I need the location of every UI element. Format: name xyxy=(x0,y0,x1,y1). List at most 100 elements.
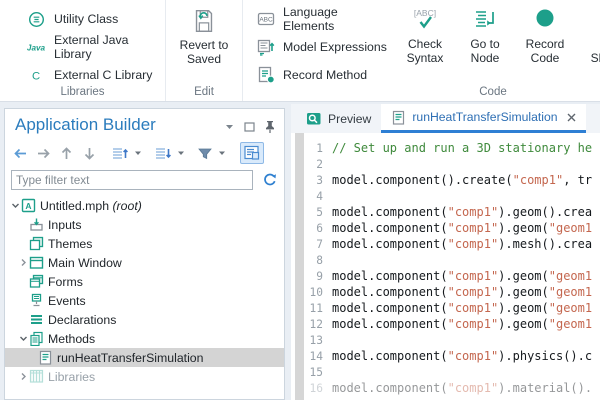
code-token: "comp1" xyxy=(448,301,499,315)
expander-closed-icon[interactable] xyxy=(18,258,29,267)
refresh-button[interactable] xyxy=(262,172,278,188)
ribbon-button-label: Use Shortcut xyxy=(581,38,600,65)
model-expressions-icon xyxy=(257,38,275,56)
caret-down-button[interactable] xyxy=(218,150,226,156)
code-line[interactable]: 16model.component("comp1").material(). xyxy=(291,380,600,396)
line-number: 6 xyxy=(307,222,323,235)
tree-item-suffix: (root) xyxy=(109,199,142,213)
code-text: model.component().create("comp1", tr xyxy=(332,173,592,187)
close-tab-button[interactable] xyxy=(567,113,576,122)
expander-open-icon[interactable] xyxy=(18,334,29,343)
tree-item-text: Main Window xyxy=(48,256,122,270)
code-line[interactable]: 4 xyxy=(291,188,600,204)
tree-item-main-window[interactable]: Main Window xyxy=(5,253,284,272)
move-up-button[interactable] xyxy=(110,144,130,163)
tab-preview[interactable]: Preview xyxy=(296,104,381,133)
panel-float-button[interactable] xyxy=(244,122,255,132)
tab-label: runHeatTransferSimulation xyxy=(412,110,557,124)
ribbon-group-libraries: Utility ClassJavaExternal Java Library C E… xyxy=(0,0,166,101)
caret-down-button[interactable] xyxy=(134,150,142,156)
ribbon-button-check-syntax[interactable]: [ABC]Check Syntax xyxy=(397,4,453,65)
model-tree: AUntitled.mph (root)InputsThemes Main Win… xyxy=(5,196,284,386)
line-number: 10 xyxy=(307,286,323,299)
code-line[interactable]: 12model.component("comp1").geom("geom1 xyxy=(291,316,600,332)
ribbon-item-model-expressions[interactable]: Model Expressions xyxy=(243,33,391,61)
tree-item-text: Methods xyxy=(48,332,95,346)
tab-runheattransfersimulation[interactable]: runHeatTransferSimulation xyxy=(381,104,585,133)
code-token: "comp1" xyxy=(448,317,499,331)
tree-item-forms[interactable]: Forms xyxy=(5,272,284,291)
breakpoint-margin[interactable] xyxy=(295,133,304,400)
tab-label: Preview xyxy=(328,112,371,126)
code-token: model.component( xyxy=(332,237,448,251)
tree-item-methods[interactable]: Methods xyxy=(5,329,284,348)
code-token: "geom1 xyxy=(549,285,592,299)
code-line[interactable]: 13 xyxy=(291,332,600,348)
tree-item-text: Libraries xyxy=(48,370,95,384)
preview-icon xyxy=(306,111,322,126)
code-token: ).geom( xyxy=(498,301,549,315)
down-button[interactable] xyxy=(80,144,99,163)
expander-closed-icon[interactable] xyxy=(18,372,29,381)
code-line[interactable]: 15 xyxy=(291,364,600,380)
code-line[interactable]: 9model.component("comp1").geom("geom1 xyxy=(291,268,600,284)
panel-window-controls xyxy=(225,120,275,134)
code-line[interactable]: 1// Set up and run a 3D stationary he xyxy=(291,140,600,156)
ribbon-item-external-java-library[interactable]: JavaExternal Java Library xyxy=(0,33,165,61)
panel-menu-button[interactable] xyxy=(225,124,234,130)
inputs-icon xyxy=(29,217,44,232)
code-editor[interactable]: 1// Set up and run a 3D stationary he 23m… xyxy=(291,133,600,400)
ribbon-button-record-code[interactable]: Record Code xyxy=(517,4,573,65)
code-line[interactable]: 3model.component().create("comp1", tr xyxy=(291,172,600,188)
expander-open-icon[interactable] xyxy=(10,201,21,210)
ribbon-button-label: Check Syntax xyxy=(397,38,453,65)
tree-item-events[interactable]: Events xyxy=(5,291,284,310)
ribbon-item-language-elements[interactable]: ABCLanguage Elements xyxy=(243,5,391,33)
caret-down-button[interactable] xyxy=(177,150,185,156)
code-token: "geom1 xyxy=(549,301,592,315)
code-line[interactable]: 8 xyxy=(291,252,600,268)
code-token: model.component().create( xyxy=(332,173,513,187)
code-token: "comp1" xyxy=(448,205,499,219)
ribbon-item-label: External C Library xyxy=(54,68,152,82)
code-token: model.component( xyxy=(332,301,448,315)
method-icon xyxy=(391,110,406,125)
ribbon-item-label: External Java Library xyxy=(54,33,165,61)
forward-button[interactable] xyxy=(34,144,53,163)
tree-item-inputs[interactable]: Inputs xyxy=(5,215,284,234)
filter-input[interactable] xyxy=(11,170,253,190)
tree-item-text: Forms xyxy=(48,275,83,289)
back-button[interactable] xyxy=(11,144,30,163)
tree-item-runheattransfersimulation[interactable]: runHeatTransferSimulation xyxy=(5,348,284,367)
show-grid-toggle-button[interactable] xyxy=(240,142,264,164)
ribbon-button-revert-to-saved[interactable]: Revert to Saved xyxy=(179,5,229,66)
tree-item-libraries[interactable]: Libraries xyxy=(5,367,284,386)
code-text: model.component("comp1").geom("geom1 xyxy=(332,221,592,235)
code-line[interactable]: 7model.component("comp1").mesh().crea xyxy=(291,236,600,252)
code-line[interactable]: 6 model.component("comp1").geom("geom1 xyxy=(291,220,600,236)
tree-item-text: Events xyxy=(48,294,86,308)
ribbon-button-go-to-node[interactable]: Go to Node xyxy=(461,4,509,65)
code-line[interactable]: 11model.component("comp1").geom("geom1 xyxy=(291,300,600,316)
code-line[interactable]: 14model.component("comp1").physics().c xyxy=(291,348,600,364)
code-line[interactable]: 2 xyxy=(291,156,600,172)
code-token: ).geom( xyxy=(498,285,549,299)
tree-item-themes[interactable]: Themes xyxy=(5,234,284,253)
filter-button[interactable] xyxy=(196,145,214,162)
line-number: 2 xyxy=(307,158,323,171)
float-window-icon xyxy=(244,122,255,132)
move-down-button[interactable] xyxy=(153,144,173,163)
code-token: ).geom( xyxy=(498,317,549,331)
ribbon-item-utility-class[interactable]: Utility Class xyxy=(0,5,165,33)
panel-pin-button[interactable] xyxy=(265,120,275,134)
code-line[interactable]: 5model.component("comp1").geom().crea xyxy=(291,204,600,220)
ribbon-small-items: Utility ClassJavaExternal Java Library C E… xyxy=(0,0,165,89)
tree-item-untitled-mph[interactable]: AUntitled.mph (root) xyxy=(5,196,284,215)
ribbon-button-use-shortcut[interactable]: B+CUse Shortcut xyxy=(581,4,600,65)
code-line[interactable]: 10model.component("comp1").geom("geom1 xyxy=(291,284,600,300)
ribbon-item-external-c-library[interactable]: C External C Library xyxy=(0,61,165,89)
svg-text:C: C xyxy=(32,70,40,82)
ribbon-item-record-method[interactable]: Record Method xyxy=(243,61,391,89)
up-button[interactable] xyxy=(57,144,76,163)
tree-item-declarations[interactable]: Declarations xyxy=(5,310,284,329)
